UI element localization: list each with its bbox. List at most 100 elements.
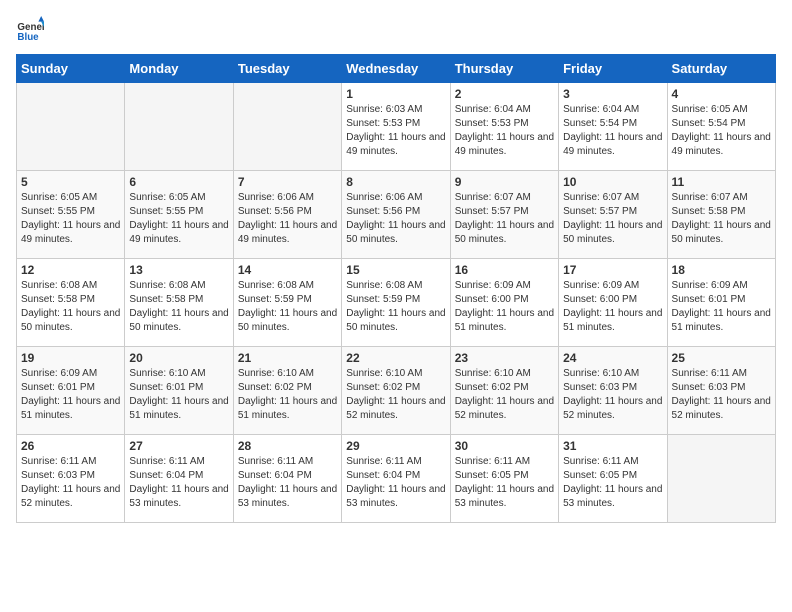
day-info: Sunrise: 6:09 AM Sunset: 6:01 PM Dayligh… [21,367,120,423]
day-number: 5 [21,175,120,189]
day-number: 19 [21,351,120,365]
header-monday: Monday [125,55,233,83]
day-info: Sunrise: 6:05 AM Sunset: 5:55 PM Dayligh… [129,191,228,247]
day-number: 30 [455,439,554,453]
calendar-cell: 25Sunrise: 6:11 AM Sunset: 6:03 PM Dayli… [667,347,775,435]
day-number: 17 [563,263,662,277]
day-number: 21 [238,351,337,365]
day-number: 9 [455,175,554,189]
calendar-cell: 16 Sunrise: 6:09 AM Sunset: 6:00 PM Dayli… [450,259,558,347]
calendar-cell: 28 Sunrise: 6:11 AM Sunset: 6:04 PM Dayli… [233,435,341,523]
week-row-5: 26Sunrise: 6:11 AM Sunset: 6:03 PM Dayli… [17,435,776,523]
day-number: 29 [346,439,445,453]
calendar-cell: 6 Sunrise: 6:05 AM Sunset: 5:55 PM Daylig… [125,171,233,259]
day-info: Sunrise: 6:06 AM Sunset: 5:56 PM Dayligh… [238,191,337,247]
day-info: Sunrise: 6:10 AM Sunset: 6:01 PM Dayligh… [129,367,228,423]
day-number: 18 [672,263,771,277]
day-info: Sunrise: 6:09 AM Sunset: 6:00 PM Dayligh… [563,279,662,335]
calendar-cell: 17 Sunrise: 6:09 AM Sunset: 6:00 PM Dayli… [559,259,667,347]
day-info: Sunrise: 6:05 AM Sunset: 5:55 PM Dayligh… [21,191,120,247]
day-info: Sunrise: 6:07 AM Sunset: 5:57 PM Dayligh… [455,191,554,247]
day-info: Sunrise: 6:04 AM Sunset: 5:53 PM Dayligh… [455,103,554,159]
day-info: Sunrise: 6:09 AM Sunset: 6:00 PM Dayligh… [455,279,554,335]
calendar-cell: 30Sunrise: 6:11 AM Sunset: 6:05 PM Dayli… [450,435,558,523]
day-number: 23 [455,351,554,365]
calendar-cell: 4Sunrise: 6:05 AM Sunset: 5:54 PM Daylig… [667,83,775,171]
day-info: Sunrise: 6:10 AM Sunset: 6:02 PM Dayligh… [238,367,337,423]
day-number: 15 [346,263,445,277]
calendar-cell: 1 Sunrise: 6:03 AM Sunset: 5:53 PM Daylig… [342,83,450,171]
week-row-3: 12 Sunrise: 6:08 AM Sunset: 5:58 PM Dayli… [17,259,776,347]
header-friday: Friday [559,55,667,83]
calendar-cell: 22Sunrise: 6:10 AM Sunset: 6:02 PM Dayli… [342,347,450,435]
calendar-cell: 12 Sunrise: 6:08 AM Sunset: 5:58 PM Dayli… [17,259,125,347]
day-info: Sunrise: 6:07 AM Sunset: 5:57 PM Dayligh… [563,191,662,247]
day-info: Sunrise: 6:04 AM Sunset: 5:54 PM Dayligh… [563,103,662,159]
day-info: Sunrise: 6:08 AM Sunset: 5:58 PM Dayligh… [21,279,120,335]
calendar-cell: 15 Sunrise: 6:08 AM Sunset: 5:59 PM Dayli… [342,259,450,347]
day-info: Sunrise: 6:11 AM Sunset: 6:04 PM Dayligh… [238,455,337,511]
day-number: 20 [129,351,228,365]
calendar-cell: 18Sunrise: 6:09 AM Sunset: 6:01 PM Dayli… [667,259,775,347]
day-info: Sunrise: 6:06 AM Sunset: 5:56 PM Dayligh… [346,191,445,247]
header-thursday: Thursday [450,55,558,83]
day-info: Sunrise: 6:11 AM Sunset: 6:03 PM Dayligh… [672,367,771,423]
day-info: Sunrise: 6:10 AM Sunset: 6:03 PM Dayligh… [563,367,662,423]
calendar-cell: 29 Sunrise: 6:11 AM Sunset: 6:04 PM Dayli… [342,435,450,523]
day-number: 12 [21,263,120,277]
day-number: 14 [238,263,337,277]
calendar-table: SundayMondayTuesdayWednesdayThursdayFrid… [16,54,776,523]
day-number: 28 [238,439,337,453]
calendar-cell: 10 Sunrise: 6:07 AM Sunset: 5:57 PM Dayli… [559,171,667,259]
calendar-cell: 14 Sunrise: 6:08 AM Sunset: 5:59 PM Dayli… [233,259,341,347]
day-info: Sunrise: 6:11 AM Sunset: 6:04 PM Dayligh… [129,455,228,511]
header: General Blue [16,16,776,44]
calendar-cell: 7 Sunrise: 6:06 AM Sunset: 5:56 PM Daylig… [233,171,341,259]
calendar-cell: 21 Sunrise: 6:10 AM Sunset: 6:02 PM Dayli… [233,347,341,435]
day-info: Sunrise: 6:10 AM Sunset: 6:02 PM Dayligh… [346,367,445,423]
calendar-cell: 20 Sunrise: 6:10 AM Sunset: 6:01 PM Dayli… [125,347,233,435]
day-number: 6 [129,175,228,189]
calendar-cell [667,435,775,523]
calendar-cell: 27 Sunrise: 6:11 AM Sunset: 6:04 PM Dayli… [125,435,233,523]
day-info: Sunrise: 6:05 AM Sunset: 5:54 PM Dayligh… [672,103,771,159]
day-info: Sunrise: 6:11 AM Sunset: 6:04 PM Dayligh… [346,455,445,511]
day-number: 24 [563,351,662,365]
calendar-cell: 2 Sunrise: 6:04 AM Sunset: 5:53 PM Daylig… [450,83,558,171]
calendar-cell: 26Sunrise: 6:11 AM Sunset: 6:03 PM Dayli… [17,435,125,523]
day-number: 31 [563,439,662,453]
day-number: 11 [672,175,771,189]
calendar-cell: 24 Sunrise: 6:10 AM Sunset: 6:03 PM Dayli… [559,347,667,435]
day-number: 26 [21,439,120,453]
header-wednesday: Wednesday [342,55,450,83]
day-number: 1 [346,87,445,101]
calendar-body: 1 Sunrise: 6:03 AM Sunset: 5:53 PM Daylig… [17,83,776,523]
calendar-cell: 31 Sunrise: 6:11 AM Sunset: 6:05 PM Dayli… [559,435,667,523]
header-row: SundayMondayTuesdayWednesdayThursdayFrid… [17,55,776,83]
calendar-header: SundayMondayTuesdayWednesdayThursdayFrid… [17,55,776,83]
logo: General Blue [16,16,44,44]
calendar-cell [125,83,233,171]
calendar-cell: 3 Sunrise: 6:04 AM Sunset: 5:54 PM Daylig… [559,83,667,171]
day-number: 2 [455,87,554,101]
day-number: 10 [563,175,662,189]
svg-text:Blue: Blue [17,32,39,43]
day-info: Sunrise: 6:08 AM Sunset: 5:59 PM Dayligh… [346,279,445,335]
day-info: Sunrise: 6:03 AM Sunset: 5:53 PM Dayligh… [346,103,445,159]
day-info: Sunrise: 6:08 AM Sunset: 5:59 PM Dayligh… [238,279,337,335]
calendar-cell: 11 Sunrise: 6:07 AM Sunset: 5:58 PM Dayli… [667,171,775,259]
header-saturday: Saturday [667,55,775,83]
day-info: Sunrise: 6:07 AM Sunset: 5:58 PM Dayligh… [672,191,771,247]
week-row-4: 19 Sunrise: 6:09 AM Sunset: 6:01 PM Dayli… [17,347,776,435]
day-number: 3 [563,87,662,101]
calendar-cell: 23 Sunrise: 6:10 AM Sunset: 6:02 PM Dayli… [450,347,558,435]
day-info: Sunrise: 6:11 AM Sunset: 6:05 PM Dayligh… [563,455,662,511]
calendar-cell: 9 Sunrise: 6:07 AM Sunset: 5:57 PM Daylig… [450,171,558,259]
calendar-cell: 19 Sunrise: 6:09 AM Sunset: 6:01 PM Dayli… [17,347,125,435]
day-number: 8 [346,175,445,189]
day-info: Sunrise: 6:10 AM Sunset: 6:02 PM Dayligh… [455,367,554,423]
day-number: 16 [455,263,554,277]
day-number: 27 [129,439,228,453]
day-number: 7 [238,175,337,189]
header-sunday: Sunday [17,55,125,83]
